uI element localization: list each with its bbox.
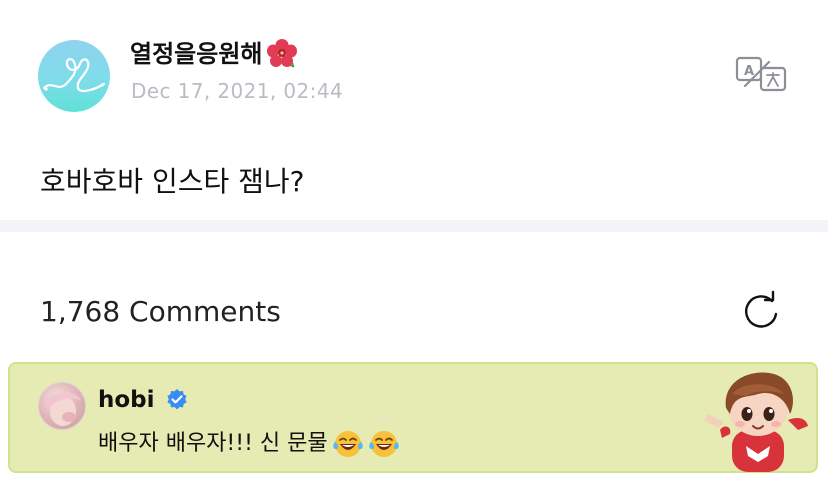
commenter-avatar[interactable] <box>38 382 86 430</box>
post-header: 열정을응원해 Dec 17, 2021, 02:44 A <box>0 0 828 130</box>
author-name-text: 열정을응원해 <box>130 40 263 68</box>
translate-icon: A <box>735 56 787 92</box>
section-divider <box>0 220 828 232</box>
svg-text:A: A <box>744 64 754 79</box>
comments-count: 1,768 Comments <box>40 295 281 328</box>
translate-button[interactable]: A <box>735 56 787 92</box>
verified-badge-icon <box>165 388 189 412</box>
comment-text-content: 배우자 배우자!!! 신 문물 <box>98 431 328 456</box>
pinned-comment[interactable]: hobi 배우자 배우자!!! 신 문물 <box>8 362 818 473</box>
commenter-name-text: hobi <box>98 387 155 413</box>
tears-of-joy-emoji-icon <box>368 428 400 460</box>
author-avatar[interactable] <box>38 40 110 112</box>
character-sticker <box>702 368 812 472</box>
hibiscus-icon <box>266 38 298 70</box>
post-timestamp: Dec 17, 2021, 02:44 <box>131 79 344 103</box>
tears-of-joy-emoji-icon <box>332 428 364 460</box>
comment-text: 배우자 배우자!!! 신 문물 <box>98 428 400 460</box>
refresh-button[interactable] <box>739 290 783 334</box>
author-name[interactable]: 열정을응원해 <box>130 36 298 72</box>
refresh-icon <box>745 290 778 328</box>
commenter-name[interactable]: hobi <box>98 384 189 416</box>
post-body: 호바호바 인스타 잼나? <box>40 165 305 198</box>
